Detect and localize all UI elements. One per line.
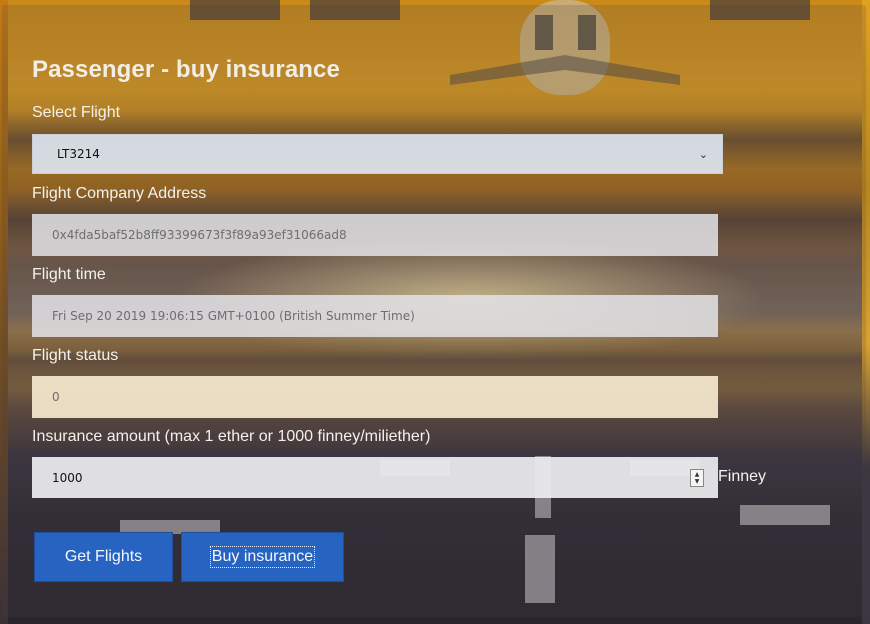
select-flight-label: Select Flight (32, 104, 121, 121)
flight-time-field[interactable]: Fri Sep 20 2019 19:06:15 GMT+0100 (Briti… (32, 295, 718, 337)
insurance-unit-label: Finney (718, 468, 767, 485)
get-flights-label: Get Flights (64, 548, 143, 565)
flight-status-value: 0 (52, 390, 60, 404)
company-address-field[interactable]: 0x4fda5baf52b8ff93399673f3f89a93ef31066a… (32, 214, 718, 256)
spinner-up-icon[interactable]: ▲ (695, 471, 700, 478)
insurance-amount-input[interactable]: 1000 ▲ ▼ (32, 457, 718, 498)
page-title: Passenger - buy insurance (32, 56, 340, 83)
flight-select-value: LT3214 (57, 147, 100, 161)
buy-insurance-button[interactable]: Buy insurance (181, 532, 344, 582)
number-spinner[interactable]: ▲ ▼ (690, 468, 704, 487)
flight-time-label: Flight time (32, 266, 106, 283)
flight-status-label: Flight status (32, 347, 119, 364)
insurance-amount-value: 1000 (52, 470, 83, 485)
get-flights-button[interactable]: Get Flights (34, 532, 173, 582)
flight-select[interactable]: LT3214 ⌄ (32, 134, 723, 174)
chevron-down-icon: ⌄ (698, 147, 708, 161)
insurance-amount-label: Insurance amount (max 1 ether or 1000 fi… (32, 428, 431, 445)
spinner-down-icon[interactable]: ▼ (695, 478, 700, 485)
flight-time-value: Fri Sep 20 2019 19:06:15 GMT+0100 (Briti… (52, 309, 415, 323)
company-address-value: 0x4fda5baf52b8ff93399673f3f89a93ef31066a… (52, 228, 347, 242)
company-address-label: Flight Company Address (32, 185, 207, 202)
flight-status-field[interactable]: 0 (32, 376, 718, 418)
buy-insurance-label: Buy insurance (209, 546, 316, 568)
